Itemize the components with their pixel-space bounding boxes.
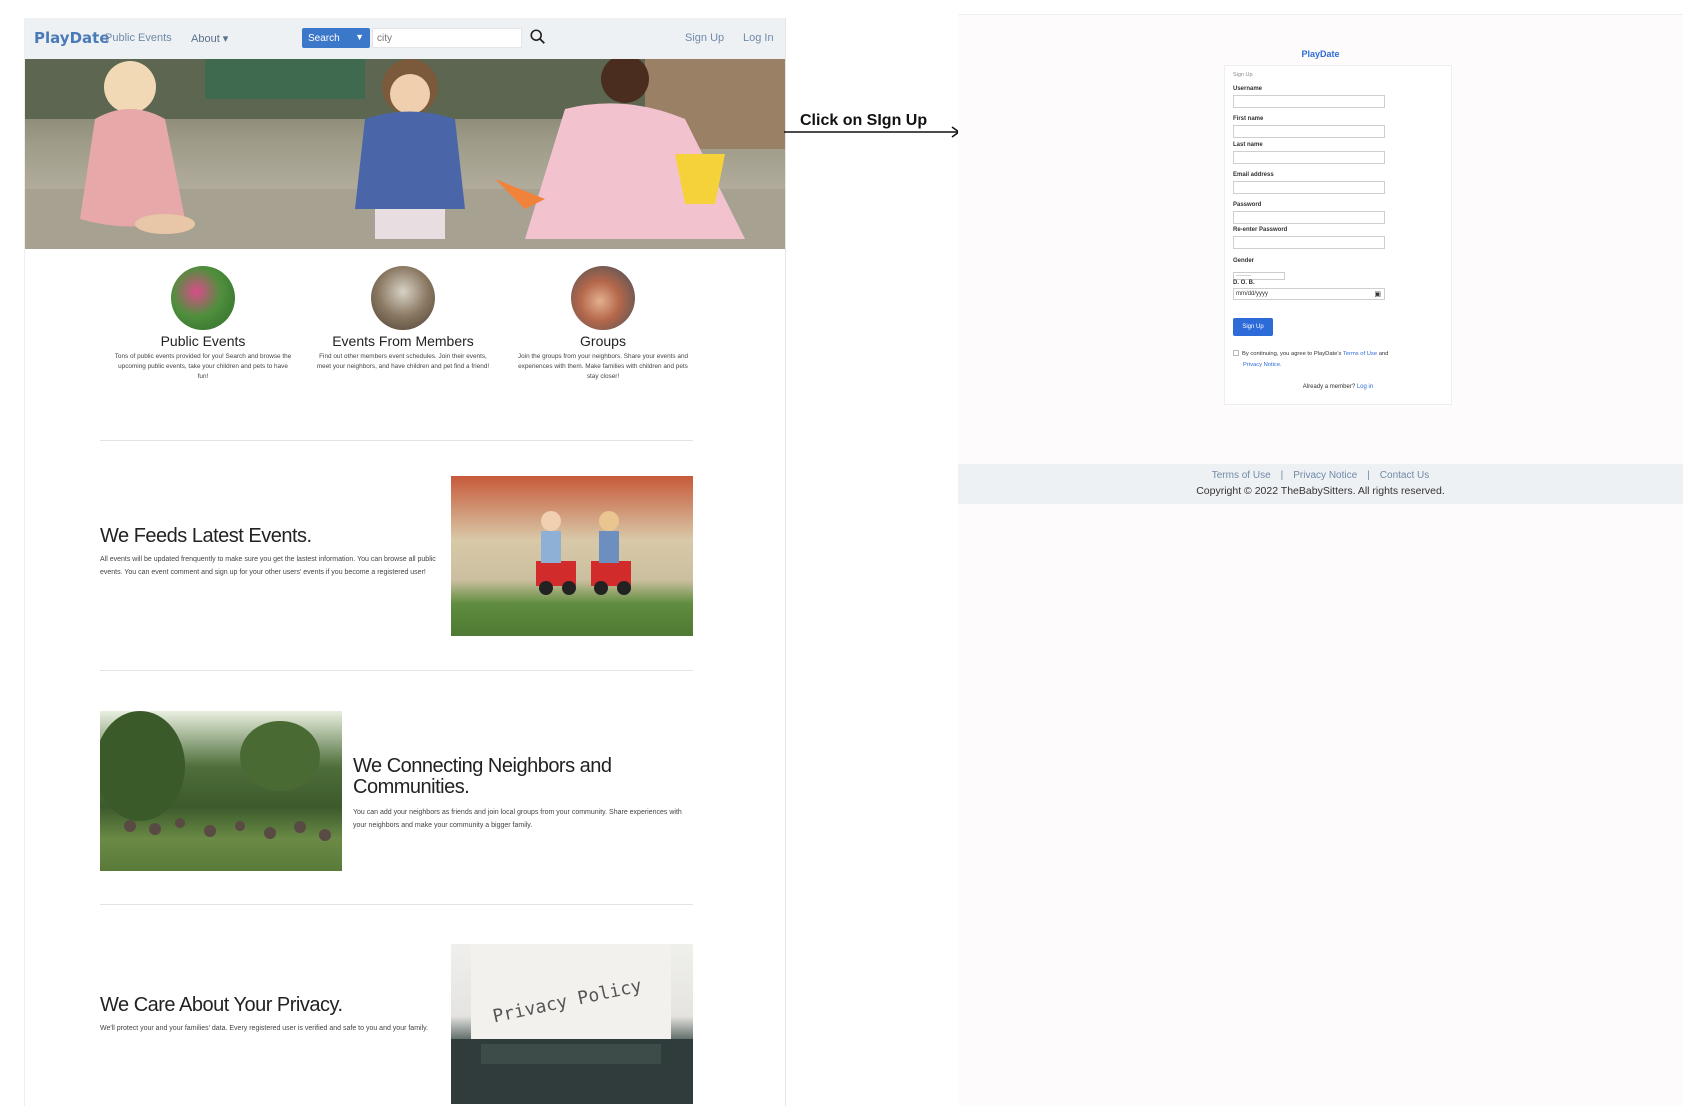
signup-brand-logo[interactable]: PlayDate xyxy=(958,49,1683,59)
feature-text: Join the groups from your neighbors. Sha… xyxy=(517,353,689,380)
privacy-link[interactable]: Privacy Notice. xyxy=(1243,362,1282,368)
section-text: You can add your neighbors as friends an… xyxy=(353,809,682,829)
feature-text: Tons of public events provided for you! … xyxy=(114,353,292,380)
feature-image-public-events xyxy=(171,266,235,330)
dob-input[interactable]: mm/dd/yyyy ▣ xyxy=(1233,288,1385,300)
section-divider xyxy=(100,904,693,905)
password-label: Password xyxy=(1233,202,1262,208)
nav-sign-up[interactable]: Sign Up xyxy=(685,32,724,44)
city-search-input[interactable] xyxy=(372,28,522,48)
member-text: Already a member? xyxy=(1302,384,1356,390)
password-input[interactable] xyxy=(1233,211,1385,224)
feature-image-groups xyxy=(571,266,635,330)
hero-image xyxy=(25,59,785,249)
terms-link[interactable]: Terms of Use xyxy=(1343,351,1377,357)
search-icon[interactable] xyxy=(529,28,547,46)
section-title: We Care About Your Privacy. xyxy=(100,994,343,1016)
gender-select[interactable]: --------- xyxy=(1233,272,1285,280)
footer-separator: | xyxy=(1367,470,1370,481)
feature-title: Events From Members xyxy=(332,333,474,349)
search-type-button[interactable]: Search ▼ xyxy=(302,28,370,48)
feature-public-events: Public Events Tons of public events prov… xyxy=(108,266,298,382)
re-password-label: Re-enter Password xyxy=(1233,227,1288,233)
already-member: Already a member? Log in xyxy=(1225,384,1451,390)
feature-title: Groups xyxy=(580,333,626,349)
dob-placeholder: mm/dd/yyyy xyxy=(1236,291,1269,297)
username-label: Username xyxy=(1233,86,1263,92)
page-footer: Terms of Use | Privacy Notice | Contact Us C… xyxy=(958,464,1683,504)
footer-links: Terms of Use | Privacy Notice | Contact Us xyxy=(958,464,1683,481)
feature-text: Find out other members event schedules. … xyxy=(316,353,490,370)
feature-groups: Groups Join the groups from your neighbo… xyxy=(508,266,698,382)
re-password-input[interactable] xyxy=(1233,236,1385,249)
brand-logo[interactable]: PlayDate xyxy=(34,29,110,47)
login-link[interactable]: Log in xyxy=(1357,384,1373,390)
email-input[interactable] xyxy=(1233,181,1385,194)
footer-terms-link[interactable]: Terms of Use xyxy=(1212,470,1271,481)
agree-and: and xyxy=(1378,351,1389,357)
section-divider xyxy=(100,670,693,671)
signup-page: PlayDate Sign Up Username First name Las… xyxy=(958,14,1683,1106)
dob-label: D. O. B. xyxy=(1233,280,1255,286)
privacy-policy-image: Privacy Policy xyxy=(451,944,693,1104)
section-text: We'll protect your and your families' da… xyxy=(100,1025,429,1032)
section-title: We Connecting Neighbors and Communities. xyxy=(353,755,612,798)
nav-public-events[interactable]: Public Events xyxy=(105,32,172,44)
signup-card-title: Sign Up xyxy=(1233,72,1253,78)
terms-agreement: By continuing, you agree to PlayDate's T… xyxy=(1233,349,1445,371)
agree-checkbox[interactable] xyxy=(1233,350,1239,357)
landing-page: PlayDate Public Events About ▾ Search ▼ … xyxy=(24,18,786,1106)
last-name-label: Last name xyxy=(1233,142,1263,148)
nav-log-in[interactable]: Log In xyxy=(743,32,774,44)
gender-selected-value: --------- xyxy=(1236,273,1251,279)
email-label: Email address xyxy=(1233,172,1274,178)
footer-separator: | xyxy=(1280,470,1284,481)
signup-form-card: Sign Up Username First name Last name Em… xyxy=(1224,65,1452,405)
nav-about-dropdown[interactable]: About ▾ xyxy=(191,32,228,45)
chevron-down-icon: ▼ xyxy=(355,32,364,42)
section-text: All events will be updated frenquently t… xyxy=(100,556,436,576)
footer-contact-link[interactable]: Contact Us xyxy=(1380,470,1429,481)
last-name-input[interactable] xyxy=(1233,151,1385,164)
top-navbar: PlayDate Public Events About ▾ Search ▼ … xyxy=(25,18,785,59)
section-divider xyxy=(100,440,693,441)
search-button-label: Search xyxy=(308,32,340,44)
feature-title: Public Events xyxy=(160,333,246,349)
copyright-text: Copyright © 2022 TheBabySitters. All rig… xyxy=(1196,485,1445,497)
username-input[interactable] xyxy=(1233,95,1385,108)
first-name-label: First name xyxy=(1233,116,1264,122)
agree-prefix: By continuing, you agree to PlayDate's xyxy=(1242,351,1342,357)
footer-privacy-link[interactable]: Privacy Notice xyxy=(1293,470,1357,481)
gender-label: Gender xyxy=(1233,258,1255,264)
kids-playing-image xyxy=(451,476,693,636)
community-park-image xyxy=(100,711,342,871)
calendar-icon[interactable]: ▣ xyxy=(1374,290,1381,300)
feature-member-events: Events From Members Find out other membe… xyxy=(308,266,498,372)
sign-up-button[interactable]: Sign Up xyxy=(1233,318,1273,336)
section-title: We Feeds Latest Events. xyxy=(100,525,312,547)
first-name-input[interactable] xyxy=(1233,125,1385,138)
arrow-right-icon xyxy=(784,126,961,138)
feature-image-member-events xyxy=(371,266,435,330)
